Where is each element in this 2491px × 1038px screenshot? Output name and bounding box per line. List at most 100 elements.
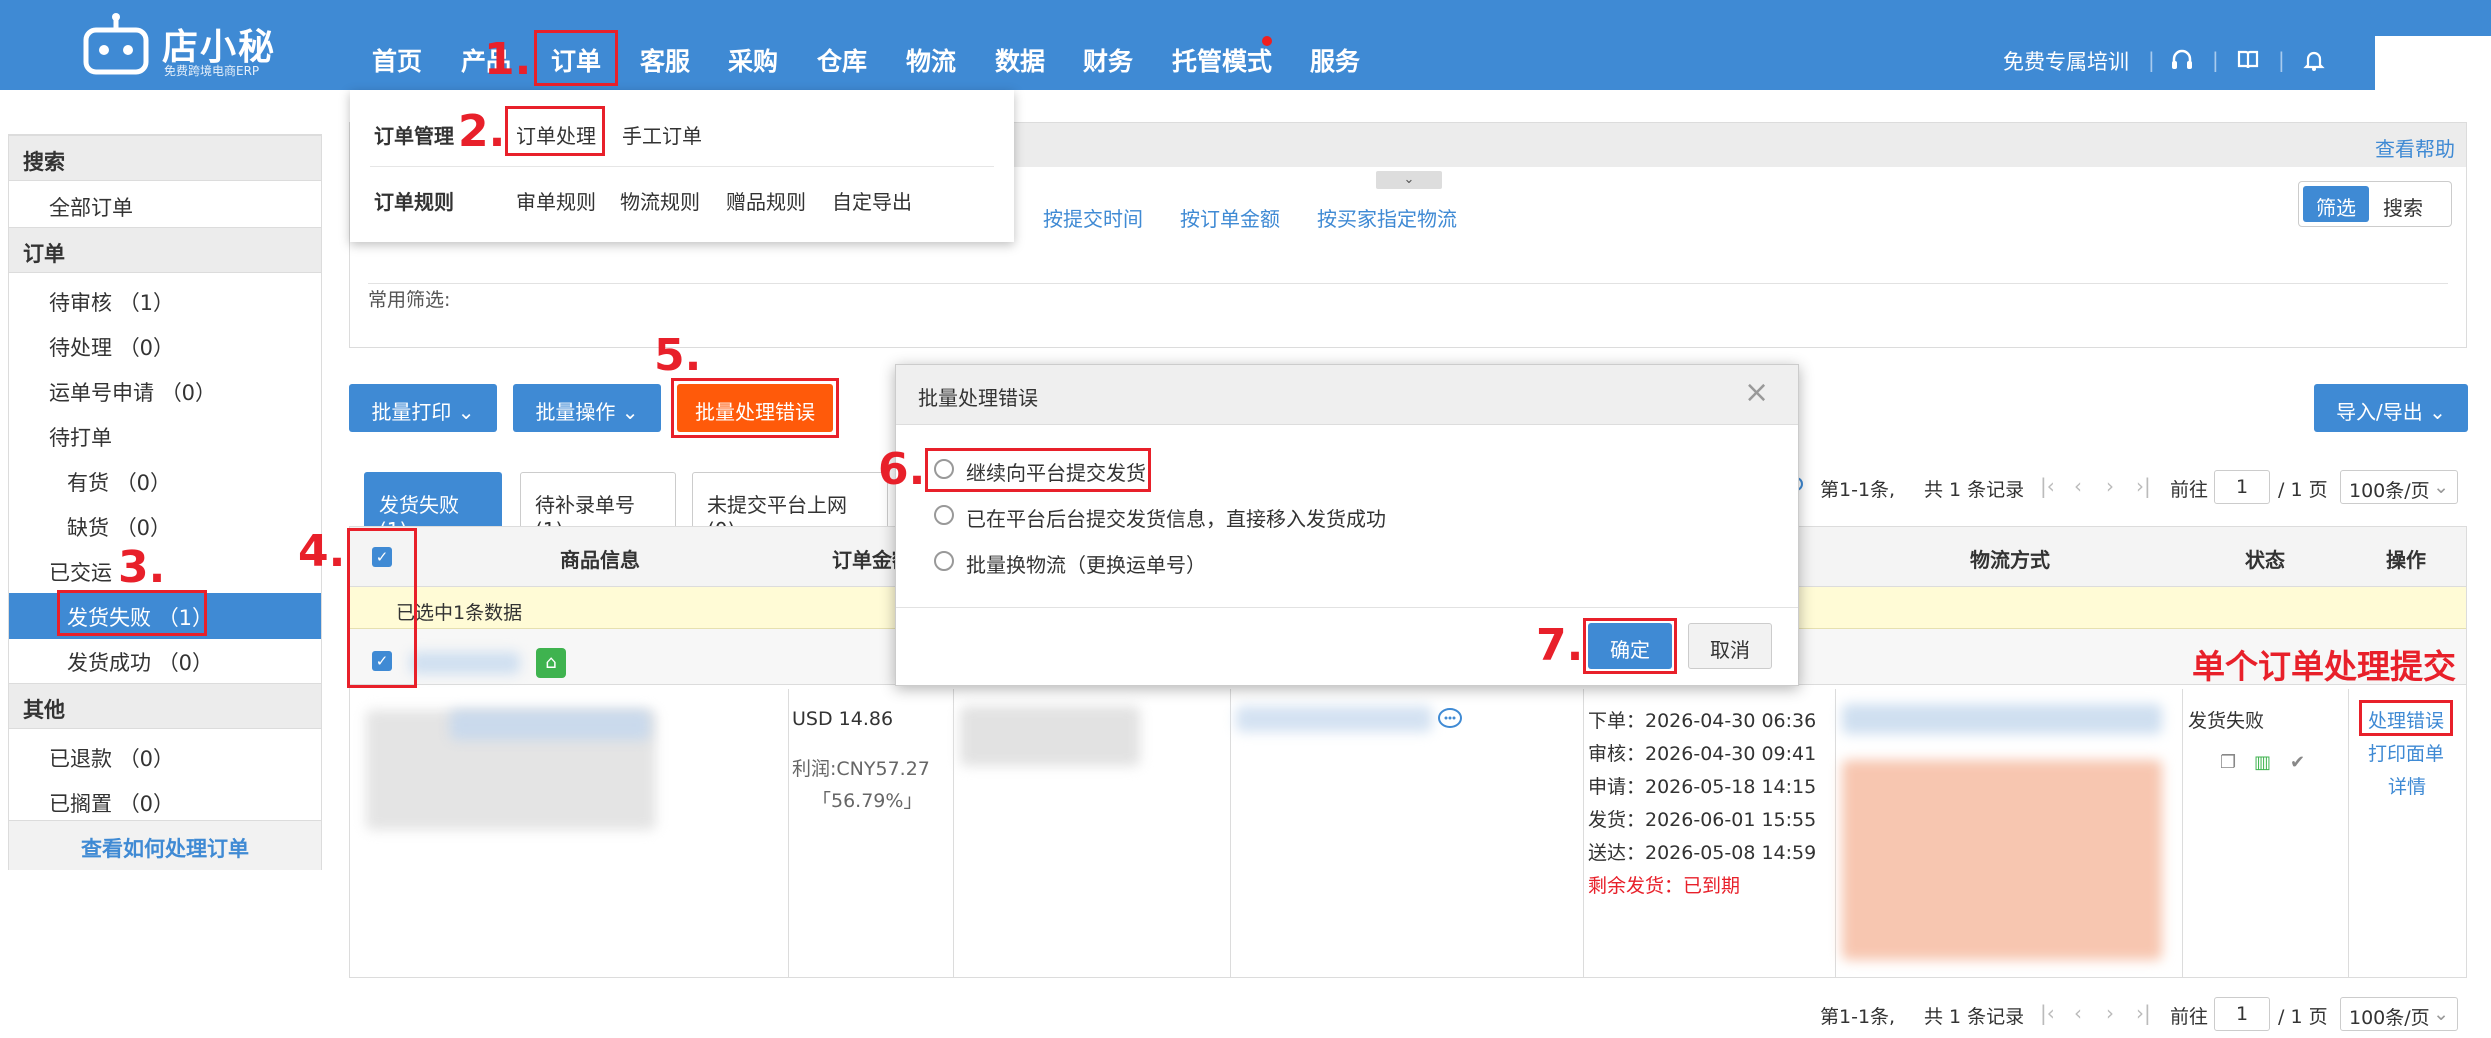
remaining-ship-time: 剩余发货：已到期	[1588, 875, 1741, 897]
sidebar-item-to-print[interactable]: 待打单	[49, 422, 112, 452]
per-page-select[interactable]: 100条/页 ⌄	[2340, 470, 2458, 504]
sidebar-head-other: 其他	[9, 683, 321, 729]
header-actions: 操作	[2386, 548, 2426, 572]
check-icon[interactable]: ✔	[2290, 752, 2305, 773]
top-nav-bar: 店小秘 免费跨境电商ERP 首页 产品 订单 客服 采购 仓库 物流 数据 财务…	[0, 0, 2491, 90]
annotation-step-4: 4.	[298, 526, 346, 577]
sidebar-item-in-stock[interactable]: 有货 （0）	[67, 467, 171, 497]
annotation-box-handle-error	[2359, 700, 2453, 736]
details-link[interactable]: 详情	[2388, 772, 2426, 799]
nav-finance[interactable]: 财务	[1083, 42, 1133, 78]
tab-pending-waybill[interactable]: 待补录单号 (1)	[520, 472, 676, 542]
annotation-step-6: 6.	[878, 444, 926, 495]
divider	[896, 607, 1798, 608]
divider	[370, 166, 994, 167]
nav-home[interactable]: 首页	[372, 42, 422, 78]
last-page-icon[interactable]: ›|	[2136, 1001, 2151, 1025]
first-page-icon[interactable]: |‹	[2040, 474, 2055, 498]
collapse-chevron-icon[interactable]: ⌄	[1376, 171, 1442, 189]
annotation-step-1: 1.	[484, 34, 532, 85]
filter-button[interactable]: 筛选	[2303, 186, 2369, 222]
pager-pages: / 1 页	[2278, 479, 2328, 501]
buyer-name-blurred	[1236, 706, 1432, 732]
filter-search-toggle: 筛选 搜索	[2298, 181, 2452, 227]
page-number-input-bottom[interactable]: 1	[2214, 997, 2270, 1031]
divider: |	[2212, 48, 2219, 72]
free-training-link[interactable]: 免费专属培训	[2003, 46, 2129, 76]
nav-warehouse[interactable]: 仓库	[817, 42, 867, 78]
headset-icon[interactable]	[2170, 48, 2194, 72]
import-export-button[interactable]: 导入/导出 ⌄	[2314, 384, 2468, 432]
option-mark-success-radio[interactable]	[934, 505, 954, 525]
annotation-box-ship-failed	[57, 590, 207, 636]
profit-value: 利润:CNY57.27	[792, 758, 930, 780]
sidebar-item-ship-success[interactable]: 发货成功 （0）	[67, 647, 213, 677]
next-page-icon[interactable]: ›	[2106, 1001, 2114, 1025]
sidebar-head-order: 订单	[9, 227, 321, 273]
prev-page-icon[interactable]: ‹	[2074, 474, 2082, 498]
option-change-logistics-label[interactable]: 批量换物流（更换运单号）	[966, 549, 1206, 578]
notification-dot	[1262, 36, 1272, 46]
search-button[interactable]: 搜索	[2383, 192, 2423, 221]
first-page-icon[interactable]: |‹	[2040, 1001, 2055, 1025]
sort-by-buyer-logistics[interactable]: 按买家指定物流	[1317, 203, 1457, 232]
annotation-step-7: 7.	[1536, 620, 1584, 671]
close-icon[interactable]: ×	[1744, 375, 1769, 410]
tab-ship-failed[interactable]: 发货失败 (1)	[364, 472, 502, 542]
chat-bubble-icon[interactable]	[1437, 706, 1463, 732]
sidebar-item-refunded[interactable]: 已退款 （0）	[49, 743, 174, 773]
menu-item-manual-order[interactable]: 手工订单	[622, 120, 702, 149]
annotation-step-2: 2.	[458, 106, 506, 157]
annotation-box-order-processing	[505, 106, 605, 156]
bell-icon[interactable]	[2302, 48, 2326, 72]
pager-goto-label-bottom: 前往	[2170, 1006, 2209, 1028]
barcode-icon[interactable]: ▥	[2254, 752, 2271, 773]
per-page-select-bottom[interactable]: 100条/页 ⌄	[2340, 997, 2458, 1031]
menu-item-gift-rules[interactable]: 赠品规则	[726, 186, 806, 215]
product-title-blurred	[450, 710, 650, 740]
page-number-input[interactable]: 1	[2214, 470, 2270, 504]
cancel-button[interactable]: 取消	[1688, 623, 1772, 669]
last-page-icon[interactable]: ›|	[2136, 474, 2151, 498]
sort-by-submit-time[interactable]: 按提交时间	[1043, 203, 1143, 232]
profit-percent: 「56.79%」	[812, 790, 923, 812]
menu-item-review-rules[interactable]: 审单规则	[516, 186, 596, 215]
nav-purchase[interactable]: 采购	[728, 42, 778, 78]
sidebar-item-shipped[interactable]: 已交运	[49, 557, 112, 587]
sort-by-order-amount[interactable]: 按订单金额	[1180, 203, 1280, 232]
shop-icon: ⌂	[536, 648, 566, 678]
next-page-icon[interactable]: ›	[2106, 474, 2114, 498]
nav-service[interactable]: 服务	[1310, 42, 1360, 78]
user-area[interactable]	[2375, 36, 2491, 90]
tab-not-submitted-online[interactable]: 未提交平台上网 (0)	[692, 472, 888, 542]
nav-customer-service[interactable]: 客服	[640, 42, 690, 78]
sidebar-item-pending[interactable]: 待处理 （0）	[49, 332, 174, 362]
sidebar-item-on-hold[interactable]: 已搁置 （0）	[49, 788, 174, 818]
time-applied: 申请：2026-05-18 14:15	[1588, 776, 1817, 798]
menu-item-logistics-rules[interactable]: 物流规则	[620, 186, 700, 215]
divider: |	[2278, 48, 2285, 72]
help-link[interactable]: 查看帮助	[2375, 133, 2455, 162]
option-change-logistics-radio[interactable]	[934, 551, 954, 571]
batch-print-button[interactable]: 批量打印 ⌄	[349, 384, 497, 432]
sidebar-item-out-of-stock[interactable]: 缺货 （0）	[67, 512, 171, 542]
nav-hosted-mode[interactable]: 托管模式	[1172, 42, 1272, 78]
book-icon[interactable]	[2236, 48, 2260, 72]
divider	[2348, 689, 2349, 977]
sidebar-item-pending-review[interactable]: 待审核 （1）	[49, 287, 174, 317]
print-label-link[interactable]: 打印面单	[2368, 739, 2444, 766]
sidebar-item-all-orders[interactable]: 全部订单	[49, 192, 133, 222]
nav-data[interactable]: 数据	[995, 42, 1045, 78]
batch-operation-button[interactable]: 批量操作 ⌄	[513, 384, 661, 432]
help-how-to-process-link[interactable]: 查看如何处理订单	[9, 820, 321, 870]
sidebar-item-waybill-apply[interactable]: 运单号申请 （0）	[49, 377, 216, 407]
option-mark-success-label[interactable]: 已在平台后台提交发货信息，直接移入发货成功	[966, 503, 1386, 532]
copy-icon[interactable]: ❐	[2220, 752, 2236, 773]
prev-page-icon[interactable]: ‹	[2074, 1001, 2082, 1025]
pager-pages-bottom: / 1 页	[2278, 1006, 2328, 1028]
dropdown-group-order-rules: 订单规则	[374, 190, 454, 214]
annotation-box-order-nav	[534, 30, 618, 86]
menu-item-custom-export[interactable]: 自定导出	[832, 186, 912, 215]
nav-logistics[interactable]: 物流	[906, 42, 956, 78]
annotation-step-3: 3.	[118, 542, 166, 593]
